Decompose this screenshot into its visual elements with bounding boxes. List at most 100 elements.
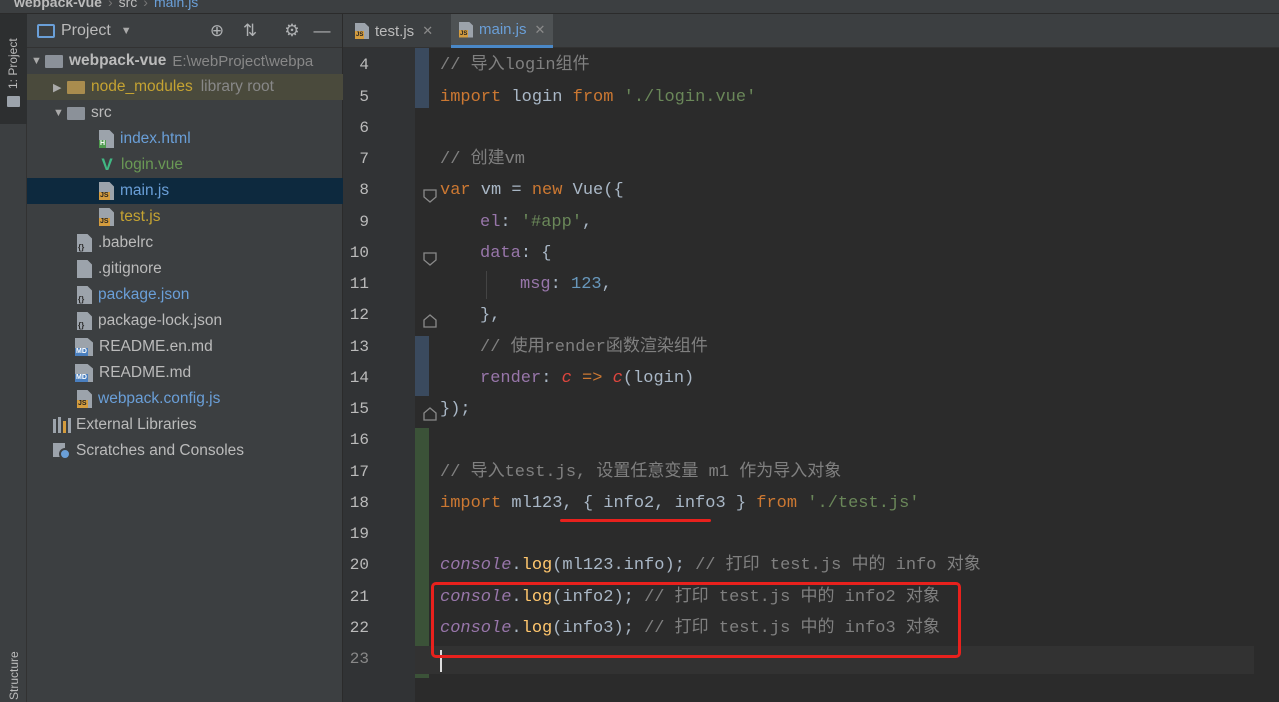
tree-item-label: test.js bbox=[120, 208, 161, 225]
project-tool-tab[interactable]: 1: Project bbox=[0, 14, 27, 124]
line-number: 17 bbox=[349, 463, 369, 481]
close-icon[interactable]: ✕ bbox=[535, 22, 546, 38]
tree-item-main-js[interactable]: JS main.js bbox=[27, 178, 343, 204]
chevron-down-icon[interactable]: ▼ bbox=[121, 25, 132, 37]
tree-item-label: src bbox=[91, 104, 112, 121]
breadcrumb-file[interactable]: main.js bbox=[154, 0, 198, 10]
tree-item-label: package.json bbox=[98, 286, 190, 303]
tree-item-scratches[interactable]: Scratches and Consoles bbox=[27, 438, 343, 464]
folder-icon bbox=[67, 106, 85, 120]
vcs-modified-marker bbox=[415, 336, 429, 396]
tree-item-test-js[interactable]: JS test.js bbox=[27, 204, 343, 230]
tree-item-login-vue[interactable]: V login.vue bbox=[27, 152, 343, 178]
fold-close-icon[interactable] bbox=[422, 313, 438, 329]
tree-item-external-libraries[interactable]: External Libraries bbox=[27, 412, 343, 438]
line-number: 11 bbox=[349, 275, 369, 293]
tree-item-readme[interactable]: MD README.md bbox=[27, 360, 343, 386]
tree-item-label: index.html bbox=[120, 130, 191, 147]
js-file-icon: JS bbox=[459, 21, 473, 38]
line-number: 18 bbox=[349, 494, 369, 512]
tree-item-path: E:\webProject\webpa bbox=[172, 52, 314, 70]
structure-tool-tab[interactable]: Structure bbox=[0, 624, 27, 702]
gear-icon[interactable]: ⚙ bbox=[282, 21, 302, 41]
fold-open-icon[interactable] bbox=[422, 251, 438, 267]
tree-item-readme-en[interactable]: MD README.en.md bbox=[27, 334, 343, 360]
annotation-underline bbox=[560, 519, 711, 522]
line-number: 9 bbox=[359, 213, 369, 231]
code-line-14: render: c => c(login) bbox=[480, 369, 695, 388]
code-area[interactable]: // 导入login组件 import login from './login.… bbox=[415, 48, 1279, 702]
text-file-icon bbox=[77, 260, 92, 278]
tree-item-label: login.vue bbox=[121, 156, 184, 173]
tree-item-label: webpack-vue bbox=[69, 52, 167, 69]
tree-item-package-lock-json[interactable]: package-lock.json bbox=[27, 308, 343, 334]
tree-item-label: package-lock.json bbox=[98, 312, 223, 329]
json-file-icon bbox=[77, 312, 92, 330]
line-number: 19 bbox=[349, 525, 369, 543]
fold-close-icon[interactable] bbox=[422, 406, 438, 422]
collapse-all-icon[interactable]: ⇅ bbox=[240, 21, 260, 41]
js-file-icon: JS bbox=[99, 182, 114, 200]
tool-window-strip: 1: Project Structure bbox=[0, 14, 27, 702]
code-line-12: }, bbox=[480, 306, 501, 325]
close-icon[interactable]: ✕ bbox=[422, 23, 433, 39]
expand-arrow-icon[interactable]: ▼ bbox=[53, 107, 67, 119]
tree-item-label: .babelrc bbox=[98, 234, 154, 251]
tree-item-gitignore[interactable]: .gitignore bbox=[27, 256, 343, 282]
locate-file-icon[interactable]: ⊕ bbox=[207, 21, 227, 41]
tree-item-webpack-config[interactable]: JS webpack.config.js bbox=[27, 386, 343, 412]
tree-item-label: main.js bbox=[120, 182, 170, 199]
project-panel: Project ▼ ⊕ ⇅ ⚙ — ▼ webpack-vue E:\webPr… bbox=[27, 14, 343, 702]
breadcrumb-project[interactable]: webpack-vue bbox=[14, 0, 102, 10]
hide-panel-icon[interactable]: — bbox=[312, 21, 332, 41]
line-number: 10 bbox=[349, 244, 369, 262]
tree-item-label: node_modules bbox=[91, 78, 193, 95]
line-number: 16 bbox=[349, 431, 369, 449]
library-icon bbox=[53, 417, 71, 433]
js-file-icon: JS bbox=[77, 390, 92, 408]
code-line-8: var vm = new Vue({ bbox=[440, 181, 624, 200]
breadcrumb-separator: › bbox=[143, 0, 148, 10]
code-line-5: import login from './login.vue' bbox=[440, 88, 757, 107]
project-view-title[interactable]: Project bbox=[61, 22, 111, 40]
breadcrumb-folder[interactable]: src bbox=[119, 0, 138, 10]
tree-item-src[interactable]: ▼ src bbox=[27, 100, 343, 126]
tree-item-babelrc[interactable]: .babelrc bbox=[27, 230, 343, 256]
vcs-added-marker bbox=[415, 428, 429, 678]
markdown-file-icon: MD bbox=[75, 338, 93, 356]
line-number: 21 bbox=[349, 588, 369, 606]
project-tab-icon bbox=[7, 96, 20, 107]
line-number: 15 bbox=[349, 400, 369, 418]
line-number: 12 bbox=[349, 306, 369, 324]
js-file-icon: JS bbox=[355, 23, 369, 39]
folder-icon bbox=[45, 54, 63, 68]
line-number: 8 bbox=[359, 181, 369, 199]
code-line-9: el: '#app', bbox=[480, 213, 593, 232]
tree-item-package-json[interactable]: package.json bbox=[27, 282, 343, 308]
tab-test-js[interactable]: JS test.js ✕ bbox=[347, 14, 441, 48]
code-line-10: data: { bbox=[480, 244, 552, 263]
line-number-gutter: 4 5 6 7 8 9 10 11 12 13 14 15 16 17 18 1… bbox=[343, 48, 437, 702]
collapse-arrow-icon[interactable]: ▶ bbox=[53, 81, 67, 94]
tab-main-js[interactable]: JS main.js ✕ bbox=[451, 14, 554, 48]
annotation-box bbox=[431, 582, 961, 658]
tree-item-index-html[interactable]: H index.html bbox=[27, 126, 343, 152]
code-line-20: console.log(ml123.info); // 打印 test.js 中… bbox=[440, 556, 981, 575]
project-view-icon bbox=[37, 23, 55, 38]
tree-item-label: External Libraries bbox=[76, 416, 197, 433]
tree-item-suffix: library root bbox=[200, 78, 274, 95]
vue-file-icon: V bbox=[101, 155, 113, 174]
tab-label: main.js bbox=[479, 21, 527, 38]
tree-item-node-modules[interactable]: ▶ node_modules library root bbox=[27, 74, 343, 100]
tree-item-root[interactable]: ▼ webpack-vue E:\webProject\webpa bbox=[27, 48, 343, 74]
line-number: 7 bbox=[359, 150, 369, 168]
tree-item-label: README.md bbox=[99, 364, 192, 381]
indent-guide bbox=[486, 271, 487, 299]
scratch-icon bbox=[53, 442, 71, 460]
breadcrumb-separator: › bbox=[107, 0, 113, 10]
code-editor: JS test.js ✕ JS main.js ✕ 4 5 6 7 8 9 10… bbox=[343, 14, 1279, 702]
tree-item-label: README.en.md bbox=[99, 338, 213, 355]
fold-open-icon[interactable] bbox=[422, 188, 438, 204]
line-number: 14 bbox=[349, 369, 369, 387]
expand-arrow-icon[interactable]: ▼ bbox=[31, 55, 45, 67]
